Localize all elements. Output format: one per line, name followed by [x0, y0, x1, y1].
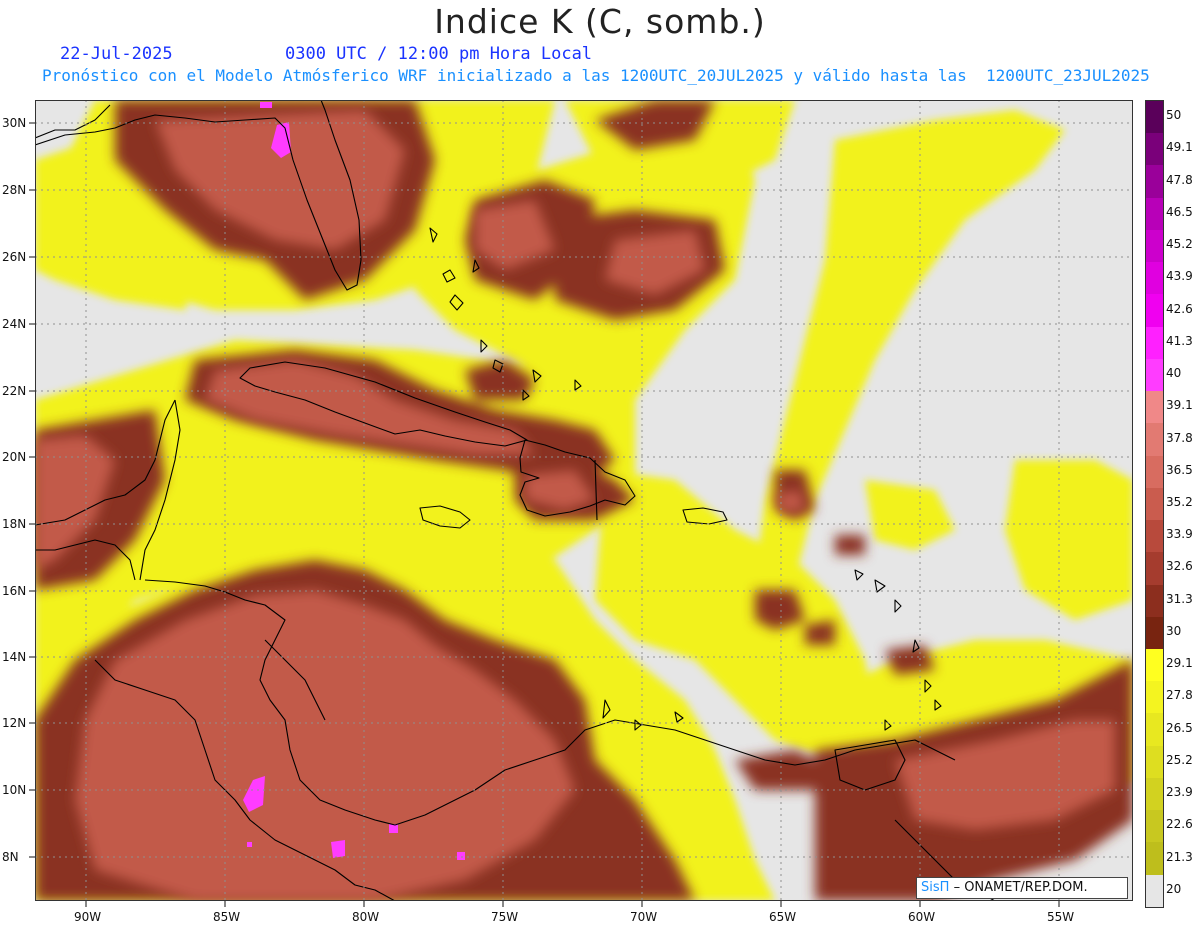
legend-swatch [1146, 713, 1163, 746]
legend-swatch [1146, 552, 1163, 585]
page-title: Indice K (C, somb.) [434, 2, 766, 41]
legend-swatch [1146, 681, 1163, 714]
k-index-map [35, 100, 1133, 901]
lat-label: 8N [2, 850, 19, 864]
legend-swatch [1146, 584, 1163, 617]
credit-box: SisΠ – ONAMET/REP.DOM. [916, 877, 1128, 899]
legend-swatch [1146, 810, 1163, 843]
lon-label: 80W [352, 910, 379, 924]
lon-label: 60W [908, 910, 935, 924]
legend-label: 45.2 [1166, 237, 1193, 252]
legend-swatch [1146, 101, 1163, 134]
lat-label: 24N [2, 317, 26, 331]
lon-label: 75W [491, 910, 518, 924]
legend-label: 22.6 [1166, 817, 1193, 832]
legend-swatch [1146, 842, 1163, 875]
legend-label: 43.9 [1166, 269, 1193, 284]
legend-label: 25.2 [1166, 752, 1193, 767]
lat-label: 28N [2, 183, 26, 197]
lat-label: 22N [2, 384, 26, 398]
legend-label: 32.6 [1166, 559, 1193, 574]
credit-text: – ONAMET/REP.DOM. [953, 880, 1088, 895]
lat-label: 10N [2, 783, 26, 797]
legend-swatch [1146, 616, 1163, 649]
legend-label: 36.5 [1166, 462, 1193, 477]
legend-swatch [1146, 487, 1163, 521]
legend-label: 26.5 [1166, 720, 1193, 735]
legend-swatch [1146, 423, 1163, 456]
legend-label: 50 [1166, 108, 1182, 123]
legend-label: 35.2 [1166, 495, 1193, 509]
lat-label: 18N [2, 517, 26, 531]
legend-swatch [1146, 165, 1163, 198]
legend-label: 40 [1166, 366, 1182, 381]
legend-swatch [1146, 262, 1163, 295]
lon-label: 70W [630, 910, 657, 924]
legend-swatch [1146, 229, 1163, 263]
legend-swatch [1146, 874, 1163, 907]
sispi-logo: SisΠ [921, 880, 950, 895]
legend-swatch [1146, 358, 1163, 392]
legend-label: 42.6 [1166, 301, 1193, 316]
legend-swatch [1146, 294, 1163, 327]
lon-label: 85W [213, 910, 240, 924]
date-label: 22-Jul-2025 [60, 44, 173, 64]
lon-label: 90W [74, 910, 101, 924]
legend-swatch [1146, 391, 1163, 424]
legend-label: 29.1 [1166, 656, 1193, 671]
lat-label: 26N [2, 250, 26, 264]
legend-swatch [1146, 455, 1163, 488]
lat-label: 30N [2, 116, 26, 130]
legend-label: 46.5 [1166, 204, 1193, 219]
color-legend [1145, 100, 1164, 908]
forecast-info: Pronóstico con el Modelo Atmósferico WRF… [42, 66, 1150, 85]
legend-label: 41.3 [1166, 333, 1193, 348]
legend-label: 31.3 [1166, 591, 1193, 606]
legend-swatch [1146, 133, 1163, 166]
legend-swatch [1146, 777, 1163, 811]
legend-swatch [1146, 197, 1163, 230]
legend-swatch [1146, 745, 1163, 778]
legend-label: 27.8 [1166, 688, 1193, 703]
legend-label: 33.9 [1166, 527, 1193, 542]
legend-label: 21.3 [1166, 849, 1193, 864]
lon-label: 55W [1047, 910, 1074, 924]
legend-label: 20 [1166, 881, 1182, 896]
legend-label: 30 [1166, 623, 1182, 638]
legend-label: 49.1 [1166, 140, 1193, 155]
lon-label: 65W [769, 910, 796, 924]
legend-label: 39.1 [1166, 398, 1193, 413]
legend-swatch [1146, 648, 1163, 682]
legend-label: 37.8 [1166, 430, 1193, 445]
time-label: 0300 UTC / 12:00 pm Hora Local [285, 44, 593, 64]
legend-swatch [1146, 520, 1163, 553]
legend-label: 47.8 [1166, 172, 1193, 187]
lat-label: 16N [2, 584, 26, 598]
legend-swatch [1146, 326, 1163, 359]
legend-label: 23.9 [1166, 785, 1193, 800]
lat-label: 12N [2, 716, 26, 730]
lat-label: 20N [2, 450, 26, 464]
lat-label: 14N [2, 650, 26, 664]
